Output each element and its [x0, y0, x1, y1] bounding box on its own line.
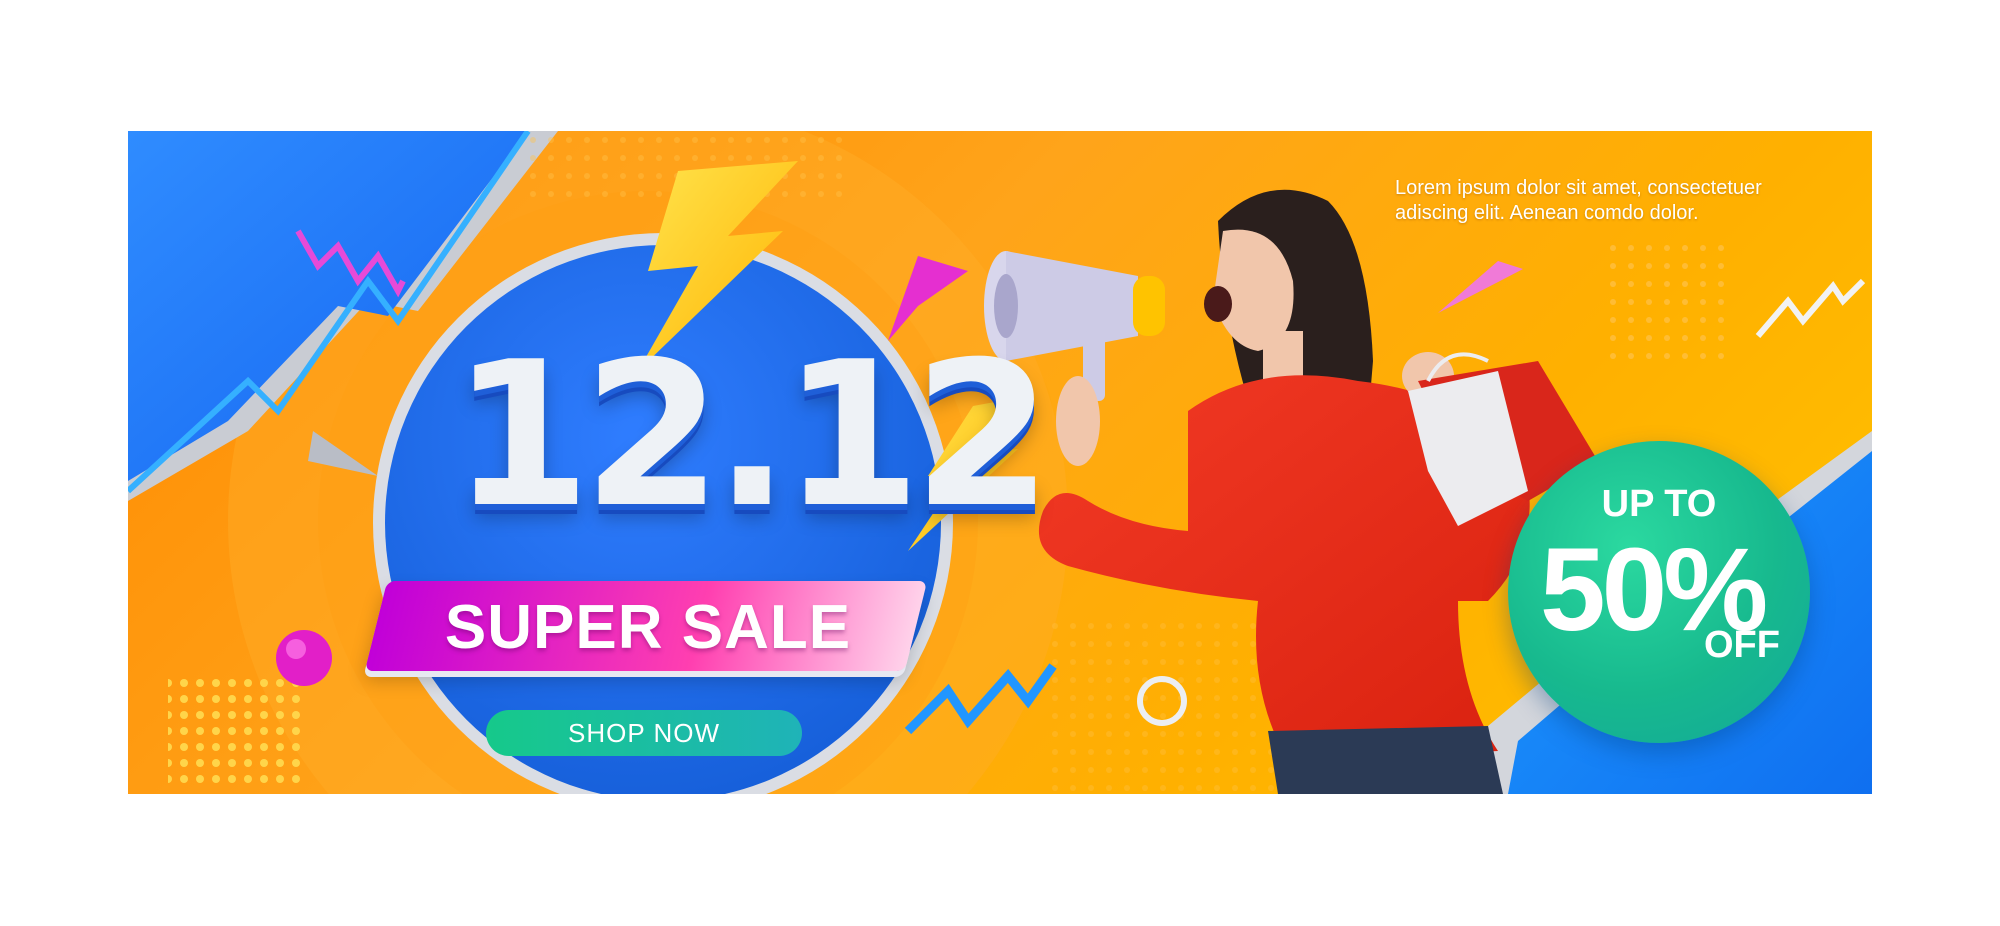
sale-label: SUPER SALE: [444, 593, 852, 662]
discount-suffix: OFF: [1704, 624, 1780, 666]
pyramid-icon: [1438, 261, 1523, 313]
body-text: Lorem ipsum dolor sit amet, consectetuer…: [1395, 177, 1762, 224]
sale-banner: Lorem ipsum dolor sit amet, consectetuer…: [128, 131, 1872, 794]
shop-now-button[interactable]: SHOP NOW: [486, 710, 802, 756]
zigzag-icon: [1755, 278, 1866, 338]
dot-grid-icon: [1598, 236, 1728, 366]
sphere-icon: [276, 630, 332, 686]
discount-prefix: UP TO: [1601, 483, 1717, 525]
date-headline: 12.12: [451, 319, 1053, 552]
dot-grid-icon: [168, 676, 308, 786]
